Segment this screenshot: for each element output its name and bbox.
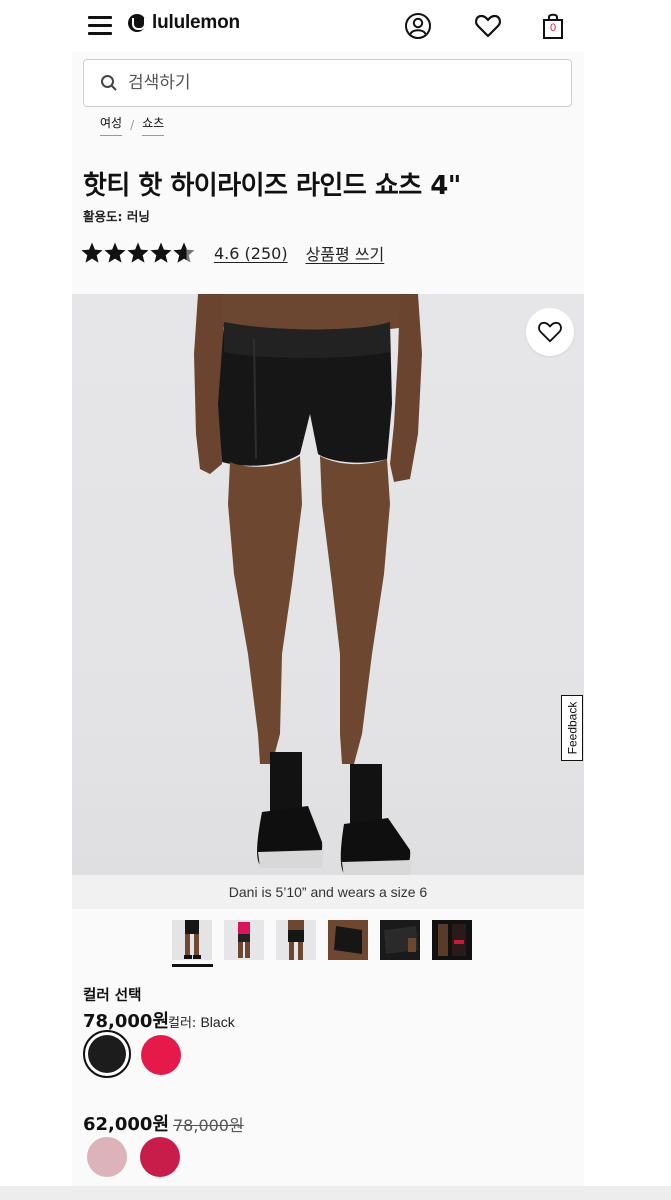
site-header: lululemon 0	[72, 0, 584, 52]
lululemon-logo-icon	[128, 14, 146, 32]
selected-thumbnail-indicator	[172, 964, 213, 967]
product-image[interactable]: Dani is 5’10” and wears a size 6	[72, 294, 584, 909]
cart-button[interactable]: 0	[537, 10, 569, 42]
selected-color: 컬러: Black	[168, 1012, 235, 1031]
original-price: 78,000원	[173, 1116, 244, 1135]
sale-price: 62,000원	[83, 1114, 170, 1135]
brand-logo[interactable]: lululemon	[128, 12, 240, 34]
page: lululemon 0 여성 / 쇼츠 핫티 핫 하이라이즈 라인드 쇼츠 4"…	[0, 0, 671, 1200]
rating-summary-link[interactable]: 4.6 (250)	[214, 244, 288, 263]
browser-bottom-edge	[0, 1186, 671, 1200]
color-swatch-pink[interactable]	[141, 1035, 181, 1075]
feedback-label: Feedback	[565, 701, 580, 755]
rating-count: (250)	[244, 243, 288, 263]
breadcrumb-separator: /	[130, 118, 135, 132]
model-caption: Dani is 5’10” and wears a size 6	[72, 875, 584, 909]
product-activity: 활용도: 러닝	[83, 209, 150, 224]
thumbnail[interactable]	[432, 920, 472, 960]
color-swatch-light-pink[interactable]	[87, 1137, 127, 1177]
thumbnail[interactable]	[276, 920, 316, 960]
color-swatch-black[interactable]	[83, 1030, 131, 1078]
search-input[interactable]	[128, 73, 528, 93]
thumbnail-image	[288, 920, 304, 960]
thumbnail-image	[184, 920, 201, 959]
thumbnail-image	[238, 922, 250, 958]
rating-row: 4.6 (250) 상품평 쓰기	[80, 238, 384, 268]
heart-icon	[475, 14, 501, 38]
thumbnail[interactable]	[328, 920, 368, 960]
add-to-wishlist-button[interactable]	[526, 308, 574, 356]
color-section-label: 컬러 선택	[83, 988, 142, 1004]
stars-icon	[81, 242, 195, 263]
search-icon	[101, 75, 117, 91]
thumbnail-image	[384, 926, 418, 954]
feedback-tab[interactable]: Feedback	[561, 695, 583, 761]
cart-count: 0	[550, 22, 557, 34]
brand-name: lululemon	[152, 12, 240, 33]
star-rating	[80, 241, 196, 265]
wishlist-button[interactable]	[472, 10, 504, 42]
thumbnail-image	[438, 924, 466, 956]
account-button[interactable]	[402, 10, 434, 42]
breadcrumb-shorts[interactable]: 쇼츠	[142, 114, 165, 136]
menu-button[interactable]	[86, 13, 114, 37]
breadcrumb: 여성 / 쇼츠	[100, 114, 165, 136]
thumbnail-image	[328, 920, 368, 960]
rating-value: 4.6	[214, 243, 240, 263]
thumbnail[interactable]	[380, 920, 420, 960]
product-title: 핫티 핫 하이라이즈 라인드 쇼츠 4"	[83, 171, 461, 201]
user-icon	[405, 13, 431, 39]
swatch-fill	[88, 1035, 126, 1073]
color-swatch-crimson[interactable]	[140, 1137, 180, 1177]
color-value: Black	[200, 1014, 235, 1030]
price: 78,000원	[83, 1011, 170, 1032]
breadcrumb-women[interactable]: 여성	[100, 114, 123, 136]
color-label: 컬러:	[168, 1016, 197, 1031]
thumbnail-strip	[172, 920, 472, 960]
search-bar[interactable]	[83, 59, 572, 107]
model-photo	[194, 294, 422, 878]
heart-icon	[538, 321, 562, 343]
write-review-link[interactable]: 상품평 쓰기	[306, 241, 385, 265]
thumbnail[interactable]	[172, 920, 212, 960]
thumbnail[interactable]	[224, 920, 264, 960]
